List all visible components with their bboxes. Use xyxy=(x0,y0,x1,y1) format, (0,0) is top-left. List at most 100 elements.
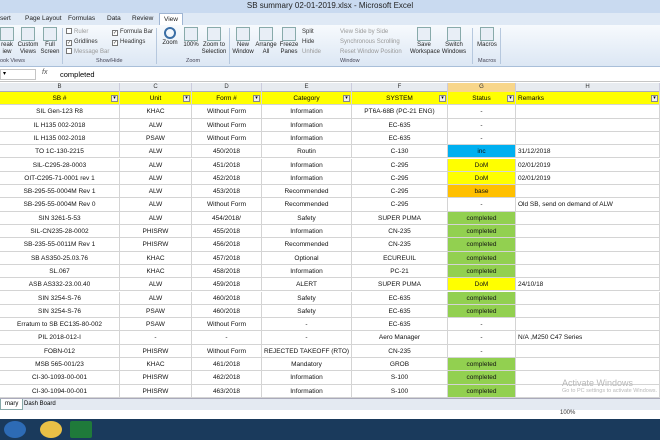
cell-form-number[interactable]: Without Form xyxy=(192,118,262,131)
cell-form-number[interactable]: Without Form xyxy=(192,344,262,357)
cell-form-number[interactable]: Without Form xyxy=(192,131,262,145)
page-break-view-button[interactable]: reak iew xyxy=(0,27,14,56)
cell-sb-number[interactable]: ASB AS332-23.00.40 xyxy=(0,278,120,291)
cell-unit[interactable]: - xyxy=(120,331,192,344)
excel-icon[interactable] xyxy=(70,421,92,438)
cell-unit[interactable]: PHISRW xyxy=(120,371,192,384)
tab-formulas[interactable]: Formulas xyxy=(68,13,95,25)
cell-system[interactable]: C-130 xyxy=(352,145,448,158)
cell-unit[interactable]: KHAC xyxy=(120,358,192,371)
cell-form-number[interactable]: 461/2018 xyxy=(192,358,262,371)
synchronous-scrolling-button[interactable]: Synchronous Scrolling xyxy=(340,38,400,46)
cell-system[interactable]: CN-235 xyxy=(352,225,448,238)
cell-remarks[interactable] xyxy=(516,118,660,131)
cell-remarks[interactable] xyxy=(516,344,660,357)
cell-form-number[interactable]: 459/2018 xyxy=(192,278,262,291)
cell-category[interactable]: Optional xyxy=(262,251,352,264)
cell-category[interactable]: Routin xyxy=(262,145,352,158)
cell-remarks[interactable] xyxy=(516,131,660,145)
cell-unit[interactable]: ALW xyxy=(120,185,192,198)
cell-form-number[interactable]: 452/2018 xyxy=(192,171,262,185)
cell-form-number[interactable]: 458/2018 xyxy=(192,264,262,278)
cell-category[interactable]: Mandatory xyxy=(262,358,352,371)
cell-status[interactable]: DoM xyxy=(448,278,516,291)
filter-dropdown-icon[interactable]: ▾ xyxy=(343,95,350,102)
cell-sb-number[interactable]: CI-30-1094-00-001 xyxy=(0,384,120,397)
cell-sb-number[interactable]: SIL-C295-28-0003 xyxy=(0,158,120,171)
cell-remarks[interactable] xyxy=(516,264,660,278)
formula-input[interactable]: completed xyxy=(60,70,95,79)
cell-remarks[interactable] xyxy=(516,358,660,371)
cell-category[interactable]: Safety xyxy=(262,291,352,304)
cell-category[interactable]: Information xyxy=(262,105,352,118)
cell-unit[interactable]: KHAC xyxy=(120,105,192,118)
cell-sb-number[interactable]: OIT-C295-71-0001 rev 1 xyxy=(0,171,120,185)
cell-sb-number[interactable]: SIL-CN235-28-0002 xyxy=(0,225,120,238)
cell-category[interactable]: Information xyxy=(262,158,352,171)
cell-system[interactable]: EC-635 xyxy=(352,118,448,131)
cell-unit[interactable]: PHISRW xyxy=(120,225,192,238)
sheet-tab-dashboard[interactable]: Dash Board xyxy=(20,399,60,410)
zoom-100-button[interactable]: 100% xyxy=(182,27,200,49)
cell-remarks[interactable] xyxy=(516,185,660,198)
cell-status[interactable]: completed xyxy=(448,304,516,318)
cell-sb-number[interactable]: CI-30-1093-00-001 xyxy=(0,371,120,384)
cell-status[interactable]: - xyxy=(448,105,516,118)
cell-system[interactable]: PT6A-68B (PC-21 ENG) xyxy=(352,105,448,118)
cell-form-number[interactable]: 455/2018 xyxy=(192,225,262,238)
macros-button[interactable]: Macros xyxy=(476,27,498,49)
cell-remarks[interactable]: 02/01/2019 xyxy=(516,158,660,171)
cell-category[interactable]: Recommended xyxy=(262,238,352,251)
cell-remarks[interactable] xyxy=(516,238,660,251)
cell-form-number[interactable]: 456/2018 xyxy=(192,238,262,251)
cell-category[interactable]: Information xyxy=(262,384,352,397)
cell-category[interactable]: - xyxy=(262,318,352,331)
cell-system[interactable]: PC-21 xyxy=(352,264,448,278)
zoom-to-selection-button[interactable]: Zoom to Selection xyxy=(201,27,227,56)
cell-category[interactable]: Information xyxy=(262,118,352,131)
tab-insert[interactable]: sert xyxy=(0,13,11,25)
cell-system[interactable]: CN-235 xyxy=(352,344,448,357)
cell-remarks[interactable]: N/A ,M250 C47 Series xyxy=(516,331,660,344)
cell-unit[interactable]: ALW xyxy=(120,145,192,158)
tab-review[interactable]: Review xyxy=(132,13,153,25)
cell-sb-number[interactable]: SIN 3254-S-76 xyxy=(0,291,120,304)
cell-system[interactable]: SUPER PUMA xyxy=(352,211,448,224)
start-icon[interactable] xyxy=(4,421,26,438)
cell-status[interactable]: completed xyxy=(448,251,516,264)
cell-unit[interactable]: ALW xyxy=(120,118,192,131)
cell-category[interactable]: ALERT xyxy=(262,278,352,291)
cell-status[interactable]: - xyxy=(448,118,516,131)
cell-unit[interactable]: KHAC xyxy=(120,264,192,278)
cell-category[interactable]: Information xyxy=(262,264,352,278)
cell-category[interactable]: Recommended xyxy=(262,185,352,198)
cell-sb-number[interactable]: SIN 3261-5-53 xyxy=(0,211,120,224)
column-header-c[interactable]: C xyxy=(120,83,192,92)
cell-status[interactable]: completed xyxy=(448,384,516,397)
cell-status[interactable]: DoM xyxy=(448,158,516,171)
cell-unit[interactable]: ALW xyxy=(120,171,192,185)
column-header-e[interactable]: E xyxy=(262,83,352,92)
cell-unit[interactable]: ALW xyxy=(120,211,192,224)
cell-system[interactable]: EC-635 xyxy=(352,304,448,318)
unhide-button[interactable]: Unhide xyxy=(302,48,321,56)
cell-form-number[interactable]: 454/2018/ xyxy=(192,211,262,224)
cell-sb-number[interactable]: SIN 3254-S-76 xyxy=(0,304,120,318)
cell-remarks[interactable]: 02/01/2019 xyxy=(516,171,660,185)
cell-status[interactable]: completed xyxy=(448,211,516,224)
hide-button[interactable]: Hide xyxy=(302,38,314,46)
cell-status[interactable]: completed xyxy=(448,238,516,251)
cell-sb-number[interactable]: SB-295-55-0004M Rev 1 xyxy=(0,185,120,198)
cell-form-number[interactable]: 460/2018 xyxy=(192,291,262,304)
column-header-g[interactable]: G xyxy=(448,83,516,92)
cell-system[interactable]: S-100 xyxy=(352,371,448,384)
cell-category[interactable]: Information xyxy=(262,225,352,238)
cell-system[interactable]: EC-635 xyxy=(352,291,448,304)
cell-system[interactable]: C-295 xyxy=(352,198,448,211)
cell-category[interactable]: Safety xyxy=(262,211,352,224)
formula-bar-checkbox[interactable]: ✓ Formula Bar xyxy=(112,28,153,36)
cell-system[interactable]: SUPER PUMA xyxy=(352,278,448,291)
cell-remarks[interactable] xyxy=(516,291,660,304)
cell-status[interactable]: base xyxy=(448,185,516,198)
cell-system[interactable]: Aero Manager xyxy=(352,331,448,344)
